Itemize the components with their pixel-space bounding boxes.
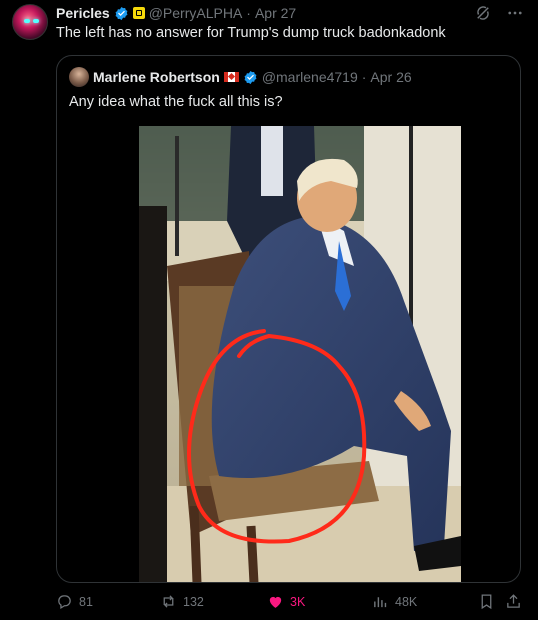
share-button[interactable]	[505, 593, 522, 610]
quote-author-avatar	[69, 67, 89, 87]
author-avatar[interactable]	[12, 4, 48, 40]
author-name[interactable]: Pericles	[56, 5, 110, 21]
avatar-eye	[24, 19, 30, 23]
verified-icon	[244, 70, 257, 84]
share-icon	[507, 594, 520, 608]
separator-dot: ·	[361, 69, 367, 85]
tweet-top-actions	[474, 4, 524, 22]
repost-button[interactable]: 132	[160, 593, 204, 610]
repost-icon	[163, 595, 174, 608]
reply-icon	[58, 595, 71, 610]
affiliation-badge-icon[interactable]	[132, 7, 145, 19]
like-icon	[269, 596, 282, 608]
canada-flag-icon	[223, 72, 239, 82]
more-icon[interactable]	[506, 4, 524, 22]
quote-photo[interactable]	[139, 126, 461, 583]
quote-header: Marlene Robertson @marlene4719 · Apr 26	[69, 67, 412, 87]
bookmark-icon	[481, 594, 492, 610]
separator-dot: ·	[246, 5, 251, 21]
reply-button[interactable]: 81	[56, 593, 93, 610]
quote-author-handle: @marlene4719	[261, 69, 358, 85]
views-count: 48K	[395, 594, 418, 609]
views-button[interactable]: 48K	[372, 593, 417, 610]
tweet-date[interactable]: Apr 27	[255, 5, 296, 21]
grok-icon[interactable]	[474, 4, 492, 22]
quoted-tweet[interactable]: Marlene Robertson @marlene4719 · Apr 26 …	[56, 55, 521, 583]
quote-text: Any idea what the fuck all this is?	[69, 94, 283, 110]
quote-date: Apr 26	[370, 69, 412, 85]
verified-icon	[115, 6, 128, 20]
quote-author-name: Marlene Robertson	[93, 69, 220, 85]
views-icon	[374, 597, 387, 608]
reply-count: 81	[79, 594, 93, 609]
like-button[interactable]: 3K	[267, 593, 305, 610]
tweet-text: The left has no answer for Trump's dump …	[56, 25, 446, 41]
repost-count: 132	[183, 594, 204, 609]
bookmark-button[interactable]	[478, 593, 495, 610]
author-handle[interactable]: @PerryALPHA	[149, 5, 243, 21]
like-count: 3K	[290, 594, 306, 609]
avatar-eye	[33, 19, 39, 23]
tweet-header: Pericles @PerryALPHA · Apr 27	[56, 4, 296, 22]
action-bar: 81 132 3K 48K	[56, 593, 526, 613]
